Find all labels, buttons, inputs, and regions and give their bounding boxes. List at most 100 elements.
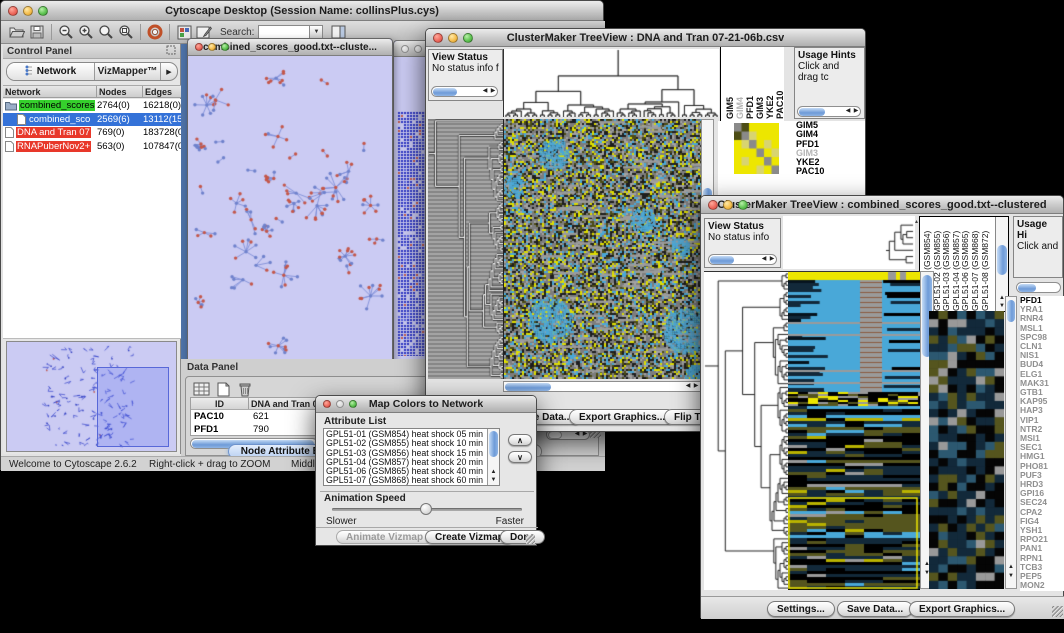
treeview1-title-bar[interactable]: ClusterMaker TreeView : DNA and Tran 07-… — [426, 29, 865, 47]
move-down-button[interactable]: ∨ — [508, 451, 532, 463]
tv2-column-label[interactable]: GPL51-08 (GSM872) — [980, 219, 990, 311]
tv1-heatmap-hscrollbar[interactable]: ◀ ▶ — [503, 381, 701, 392]
column-header-network[interactable]: Network — [3, 86, 97, 97]
tab-overflow-button[interactable]: ▶ — [161, 63, 177, 80]
zoom-out-icon[interactable] — [56, 23, 76, 41]
scroll-left-icon[interactable]: ◀ — [684, 382, 692, 391]
tv2-column-label[interactable]: GPL51-07 (GSM868) — [970, 219, 980, 311]
tv2-heatmap[interactable] — [788, 271, 920, 590]
tv1-column-label[interactable]: PFD1 — [745, 49, 755, 119]
zoom-button[interactable] — [738, 200, 748, 210]
scroll-up-icon[interactable]: ▲ — [488, 468, 499, 476]
scroll-right-icon[interactable]: ▶ — [489, 87, 497, 96]
network-list-row[interactable]: combined_scores2764(0)16218(0) — [3, 99, 181, 113]
tab-vizmapper[interactable]: VizMapper™ — [95, 63, 161, 80]
scroll-right-icon[interactable]: ▶ — [852, 107, 860, 116]
network-view-title-bar[interactable]: combined_scores_good.txt--cluste... — [188, 39, 392, 56]
tv2-column-dendrogram[interactable] — [783, 216, 915, 269]
overview-viewport-rect[interactable] — [97, 367, 169, 447]
tv1-column-label[interactable]: PAC10 — [775, 49, 784, 119]
resize-grip[interactable] — [526, 535, 535, 544]
zoom-button[interactable] — [463, 33, 473, 43]
scroll-down-icon[interactable]: ▼ — [1006, 572, 1016, 580]
tv1-row-dendrogram[interactable] — [428, 119, 503, 379]
done-button[interactable]: Done — [500, 530, 545, 544]
tv1-export-graphics-button[interactable]: Export Graphics... — [569, 409, 675, 425]
tv2-view-status-scrollbar[interactable]: ◀ ▶ — [708, 254, 777, 265]
minimize-button[interactable] — [336, 400, 344, 408]
treeview2-title-bar[interactable]: ClusterMaker TreeView : combined_scores_… — [701, 196, 1063, 214]
column-header-nodes[interactable]: Nodes — [97, 86, 143, 97]
tv2-zoom-vscrollbar[interactable]: ▲ ▼ — [1005, 296, 1017, 589]
tv1-column-label[interactable]: GIM4 — [735, 49, 745, 119]
tv1-column-dendrogram[interactable] — [503, 49, 719, 117]
tv1-row-label[interactable]: PAC10 — [796, 167, 856, 176]
tv1-column-label[interactable]: YKE2 — [765, 49, 775, 119]
minimize-button[interactable] — [448, 33, 458, 43]
main-title-bar[interactable]: Cytoscape Desktop (Session Name: collins… — [1, 1, 603, 21]
zoom-in-icon[interactable] — [76, 23, 96, 41]
scroll-right-icon[interactable]: ▶ — [768, 255, 776, 264]
network-overview-panel[interactable] — [6, 341, 177, 452]
scroll-down-icon[interactable]: ▼ — [488, 476, 499, 484]
tv2-export-graphics-button[interactable]: Export Graphics... — [909, 601, 1015, 617]
scroll-left-icon[interactable]: ◀ — [760, 255, 768, 264]
tv2-column-label[interactable]: GPL51-06 (GSM865) — [960, 219, 970, 311]
scroll-left-icon[interactable]: ◀ — [844, 107, 852, 116]
scroll-right-icon[interactable]: ▶ — [692, 382, 700, 391]
zoom-button[interactable] — [221, 43, 229, 51]
zoom-button[interactable] — [349, 400, 357, 408]
minimize-button[interactable] — [414, 45, 422, 53]
close-button[interactable] — [708, 200, 718, 210]
save-icon[interactable] — [27, 23, 47, 41]
tv2-settings-button[interactable]: Settings... — [767, 601, 835, 617]
tv2-usage-hints-scrollbar[interactable] — [1016, 282, 1061, 293]
attribute-list-vscrollbar[interactable]: ▲ ▼ — [487, 429, 499, 485]
tv1-view-status-scrollbar[interactable]: ◀ ▶ — [431, 86, 498, 97]
network-canvas[interactable] — [188, 56, 392, 365]
slider-thumb[interactable] — [420, 503, 432, 515]
network-list-row[interactable]: RNAPuberNov2+563(0)107847(0) — [3, 140, 181, 154]
dialog-title-bar[interactable]: Map Colors to Network — [316, 396, 536, 413]
search-dropdown-button[interactable]: ▼ — [310, 25, 323, 39]
search-input[interactable] — [258, 25, 310, 39]
new-attribute-icon[interactable] — [213, 380, 233, 398]
tv2-column-label[interactable]: GPL51-03 (GSM856) — [941, 219, 951, 311]
minimize-button[interactable] — [23, 6, 33, 16]
tv1-column-label[interactable]: GIM3 — [755, 49, 765, 119]
table-view-icon[interactable] — [191, 380, 211, 398]
close-button[interactable] — [323, 400, 331, 408]
delete-attribute-icon[interactable] — [234, 380, 254, 398]
close-button[interactable] — [8, 6, 18, 16]
zoom-selected-icon[interactable] — [116, 23, 136, 41]
gene-label[interactable]: MON2 — [1020, 581, 1064, 590]
close-button[interactable] — [401, 45, 409, 53]
tv2-save-data-button[interactable]: Save Data... — [837, 601, 913, 617]
attribute-list[interactable]: GPL51-01 (GSM854) heat shock 05 minGPL51… — [323, 428, 500, 486]
minimize-button[interactable] — [208, 43, 216, 51]
column-header-edges[interactable]: Edges — [143, 86, 181, 97]
zoom-fit-icon[interactable] — [96, 23, 116, 41]
tv2-zoom-heatmap[interactable] — [929, 311, 1004, 589]
scroll-up-icon[interactable]: ▲ — [1006, 563, 1016, 571]
float-panel-icon[interactable] — [166, 42, 176, 60]
tv1-usage-hints-scrollbar[interactable]: ◀ ▶ — [797, 106, 861, 117]
zoom-button[interactable] — [38, 6, 48, 16]
resize-grip[interactable] — [1052, 606, 1063, 617]
animate-vizmap-button[interactable]: Animate Vizmap — [336, 530, 433, 544]
close-button[interactable] — [195, 43, 203, 51]
move-up-button[interactable]: ∧ — [508, 434, 532, 446]
network-list-row[interactable]: combined_sco2569(6)13112(15) — [3, 113, 181, 127]
tab-network[interactable]: Network — [7, 63, 95, 80]
open-file-icon[interactable] — [7, 23, 27, 41]
help-icon[interactable] — [145, 23, 165, 41]
tv1-heatmap[interactable] — [503, 119, 702, 379]
close-button[interactable] — [433, 33, 443, 43]
tv1-column-label[interactable]: GIM5 — [725, 49, 735, 119]
tv1-similarity-matrix[interactable] — [734, 123, 779, 174]
tv2-row-dendrogram[interactable] — [704, 271, 788, 590]
minimize-button[interactable] — [723, 200, 733, 210]
data-column-id[interactable]: ID — [191, 398, 249, 409]
network-list-row[interactable]: DNA and Tran 07769(0)183728(0) — [3, 126, 181, 140]
scroll-left-icon[interactable]: ◀ — [481, 87, 489, 96]
